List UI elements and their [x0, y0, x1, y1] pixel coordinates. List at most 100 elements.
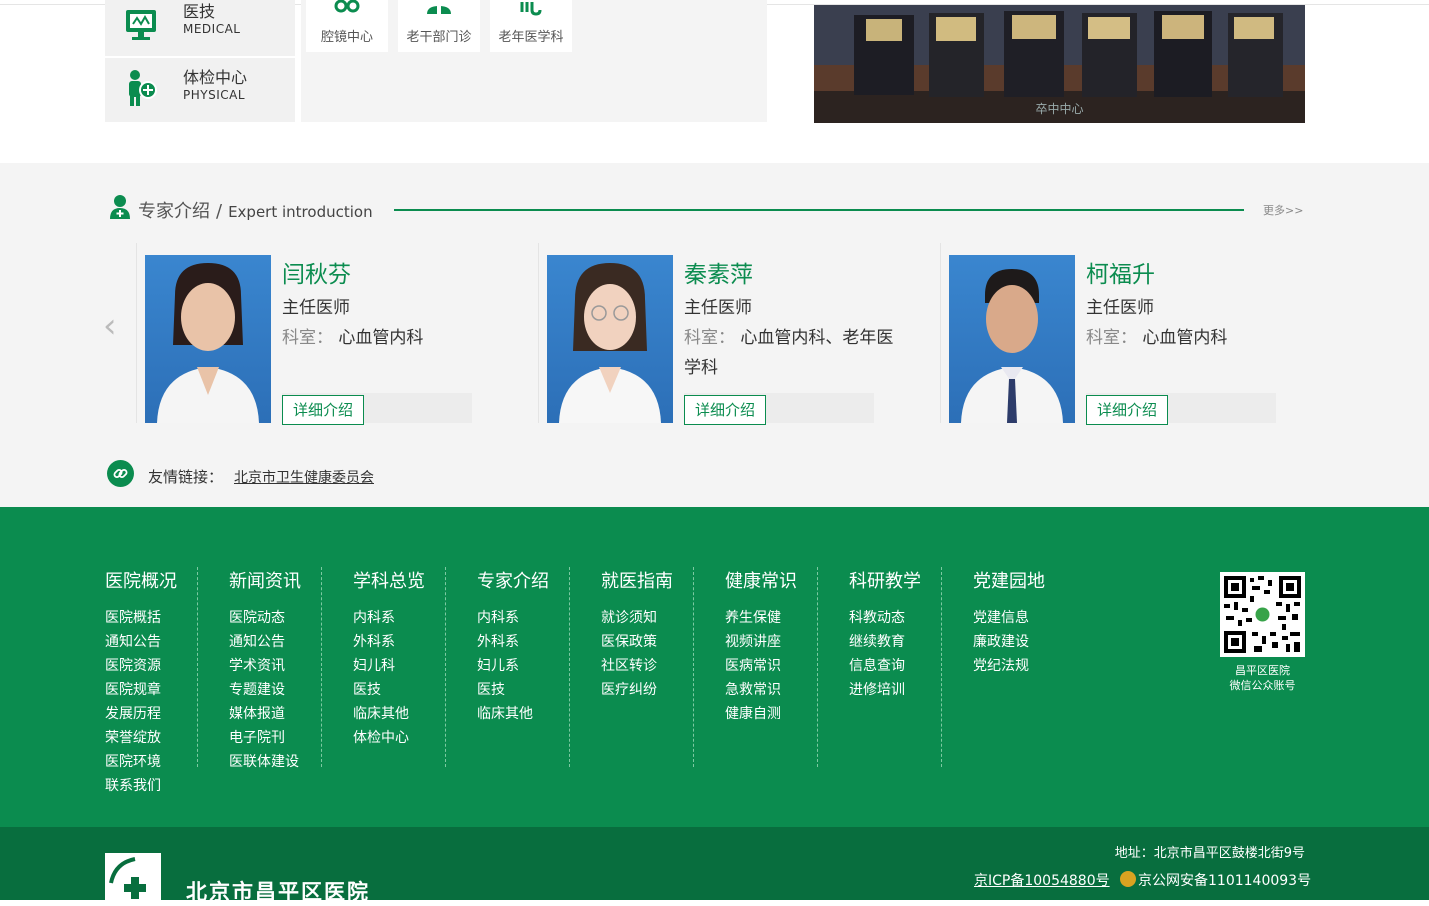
footer-link[interactable]: 急救常识 — [725, 679, 849, 703]
photo-caption: 卒中中心 — [1035, 102, 1084, 116]
expert-name[interactable]: 秦素萍 — [684, 255, 753, 289]
expert-card[interactable]: 闫秋芬 主任医师 科室： 心血管内科 详细介绍 — [136, 243, 527, 425]
footer-link[interactable]: 外科系 — [353, 631, 477, 655]
footer-link[interactable]: 养生保健 — [725, 607, 849, 631]
expert-name[interactable]: 闫秋芬 — [282, 255, 351, 289]
footer-link[interactable]: 医技 — [477, 679, 601, 703]
chain-link-icon — [113, 469, 128, 478]
footer-link[interactable]: 医保政策 — [601, 631, 725, 655]
footer-link[interactable]: 党纪法规 — [973, 655, 1097, 679]
footer-link[interactable]: 社区转诊 — [601, 655, 725, 679]
sub-tile-endoscopy[interactable]: 腔镜中心 — [306, 0, 388, 52]
endoscope-icon — [334, 0, 360, 13]
police-badge-icon — [1120, 871, 1136, 887]
footer-link[interactable]: 医病常识 — [725, 655, 849, 679]
footer-link[interactable]: 医院资源 — [105, 655, 229, 679]
qr-caption: 昌平区医院 微信公众账号 — [1200, 663, 1325, 693]
expert-dept: 科室： 心血管内科 — [1086, 323, 1296, 353]
footer-heading[interactable]: 新闻资讯 — [229, 567, 353, 597]
footer-divider — [569, 567, 570, 767]
footer-heading[interactable]: 专家介绍 — [477, 567, 601, 597]
footer-link[interactable]: 临床其他 — [477, 703, 601, 727]
footer-divider — [941, 567, 942, 767]
footer-heading[interactable]: 医院概况 — [105, 567, 229, 597]
dept-card-physical[interactable]: 体检中心 PHYSICAL — [105, 58, 295, 122]
footer-divider — [445, 567, 446, 767]
footer-link[interactable]: 学术资讯 — [229, 655, 353, 679]
footer-link[interactable]: 健康自测 — [725, 703, 849, 727]
footer-link[interactable]: 体检中心 — [353, 727, 477, 751]
footer-link[interactable]: 通知公告 — [105, 631, 229, 655]
footer-link[interactable]: 就诊须知 — [601, 607, 725, 631]
footer-link[interactable]: 内科系 — [477, 607, 601, 631]
footer-divider — [693, 567, 694, 767]
expert-title: 主任医师 — [282, 298, 350, 318]
sub-tile-veteran-clinic[interactable]: 老干部门诊 — [398, 0, 480, 52]
footer-link[interactable]: 继续教育 — [849, 631, 973, 655]
footer-link[interactable]: 医疗纠纷 — [601, 679, 725, 703]
footer-link[interactable]: 妇儿科 — [353, 655, 477, 679]
footer-divider — [321, 567, 322, 767]
expert-card[interactable]: 柯福升 主任医师 科室： 心血管内科 详细介绍 — [940, 243, 1306, 425]
footer-link[interactable]: 荣誉绽放 — [105, 727, 229, 751]
footer-column: 学科总览 内科系 外科系 妇儿科 医技 临床其他 体检中心 — [353, 567, 477, 751]
footer-link[interactable]: 妇儿系 — [477, 655, 601, 679]
footer-link[interactable]: 医技 — [353, 679, 477, 703]
footer-link[interactable]: 进修培训 — [849, 679, 973, 703]
footer-link[interactable]: 医院概括 — [105, 607, 229, 631]
footer-link[interactable]: 医院动态 — [229, 607, 353, 631]
footer-link[interactable]: 专题建设 — [229, 679, 353, 703]
hospital-name: 北京市昌平区医院 — [186, 880, 370, 904]
qr-caption-line-2: 微信公众账号 — [1229, 679, 1296, 692]
expert-name[interactable]: 柯福升 — [1086, 255, 1155, 289]
footer-heading[interactable]: 党建园地 — [973, 567, 1097, 597]
footer-heading[interactable]: 就医指南 — [601, 567, 725, 597]
footer-heading[interactable]: 科研教学 — [849, 567, 973, 597]
footer-link[interactable]: 医院规章 — [105, 679, 229, 703]
footer-column: 科研教学 科教动态 继续教育 信息查询 进修培训 — [849, 567, 973, 703]
icp-link[interactable]: 京ICP备10054880号 — [974, 870, 1110, 890]
footer-link[interactable]: 科教动态 — [849, 607, 973, 631]
footer-link[interactable]: 党建信息 — [973, 607, 1097, 631]
footer-link[interactable]: 医联体建设 — [229, 751, 353, 775]
hospital-logo[interactable] — [105, 853, 161, 900]
footer-link[interactable]: 视频讲座 — [725, 631, 849, 655]
footer-link[interactable]: 联系我们 — [105, 775, 229, 799]
hospital-logo-icon — [105, 853, 161, 900]
friend-links-label: 友情链接： — [148, 468, 224, 486]
dept-cn-label: 体检中心 — [183, 68, 248, 87]
footer-heading[interactable]: 健康常识 — [725, 567, 849, 597]
dept-key: 科室： — [282, 328, 333, 348]
footer-heading[interactable]: 学科总览 — [353, 567, 477, 597]
carousel-prev-button[interactable]: ‹ — [103, 306, 117, 346]
expert-photo[interactable] — [949, 255, 1075, 423]
footer-column: 就医指南 就诊须知 医保政策 社区转诊 医疗纠纷 — [601, 567, 725, 703]
footer-link[interactable]: 医院环境 — [105, 751, 229, 775]
sub-tile-geriatrics[interactable]: 老年医学科 — [490, 0, 572, 52]
detail-button[interactable]: 详细介绍 — [1086, 395, 1168, 425]
footer-link[interactable]: 通知公告 — [229, 631, 353, 655]
section-title: 专家介绍 / Expert introduction — [138, 197, 373, 223]
footer-link[interactable]: 发展历程 — [105, 703, 229, 727]
news-photo[interactable]: 卒中中心 — [814, 5, 1305, 123]
more-link[interactable]: 更多>> — [1263, 202, 1303, 218]
monitor-icon — [126, 10, 156, 40]
footer-link[interactable]: 廉政建设 — [973, 631, 1097, 655]
dept-card-medical[interactable]: 医技 MEDICAL — [105, 0, 295, 56]
footer-column: 新闻资讯 医院动态 通知公告 学术资讯 专题建设 媒体报道 电子院刊 医联体建设 — [229, 567, 353, 775]
expert-card[interactable]: 秦素萍 主任医师 科室： 心血管内科、老年医学科 详细介绍 — [538, 243, 929, 425]
expert-photo[interactable] — [145, 255, 271, 423]
footer-link[interactable]: 外科系 — [477, 631, 601, 655]
footer-link[interactable]: 电子院刊 — [229, 727, 353, 751]
expert-dept: 科室： 心血管内科、老年医学科 — [684, 323, 894, 383]
friend-link[interactable]: 北京市卫生健康委员会 — [234, 467, 374, 487]
expert-photo[interactable] — [547, 255, 673, 423]
expert-title: 主任医师 — [1086, 298, 1154, 318]
detail-button[interactable]: 详细介绍 — [282, 395, 364, 425]
footer-link[interactable]: 临床其他 — [353, 703, 477, 727]
detail-button[interactable]: 详细介绍 — [684, 395, 766, 425]
footer-link[interactable]: 媒体报道 — [229, 703, 353, 727]
police-record-link[interactable]: 京公网安备1101140093号 — [1138, 870, 1311, 890]
footer-link[interactable]: 信息查询 — [849, 655, 973, 679]
footer-link[interactable]: 内科系 — [353, 607, 477, 631]
